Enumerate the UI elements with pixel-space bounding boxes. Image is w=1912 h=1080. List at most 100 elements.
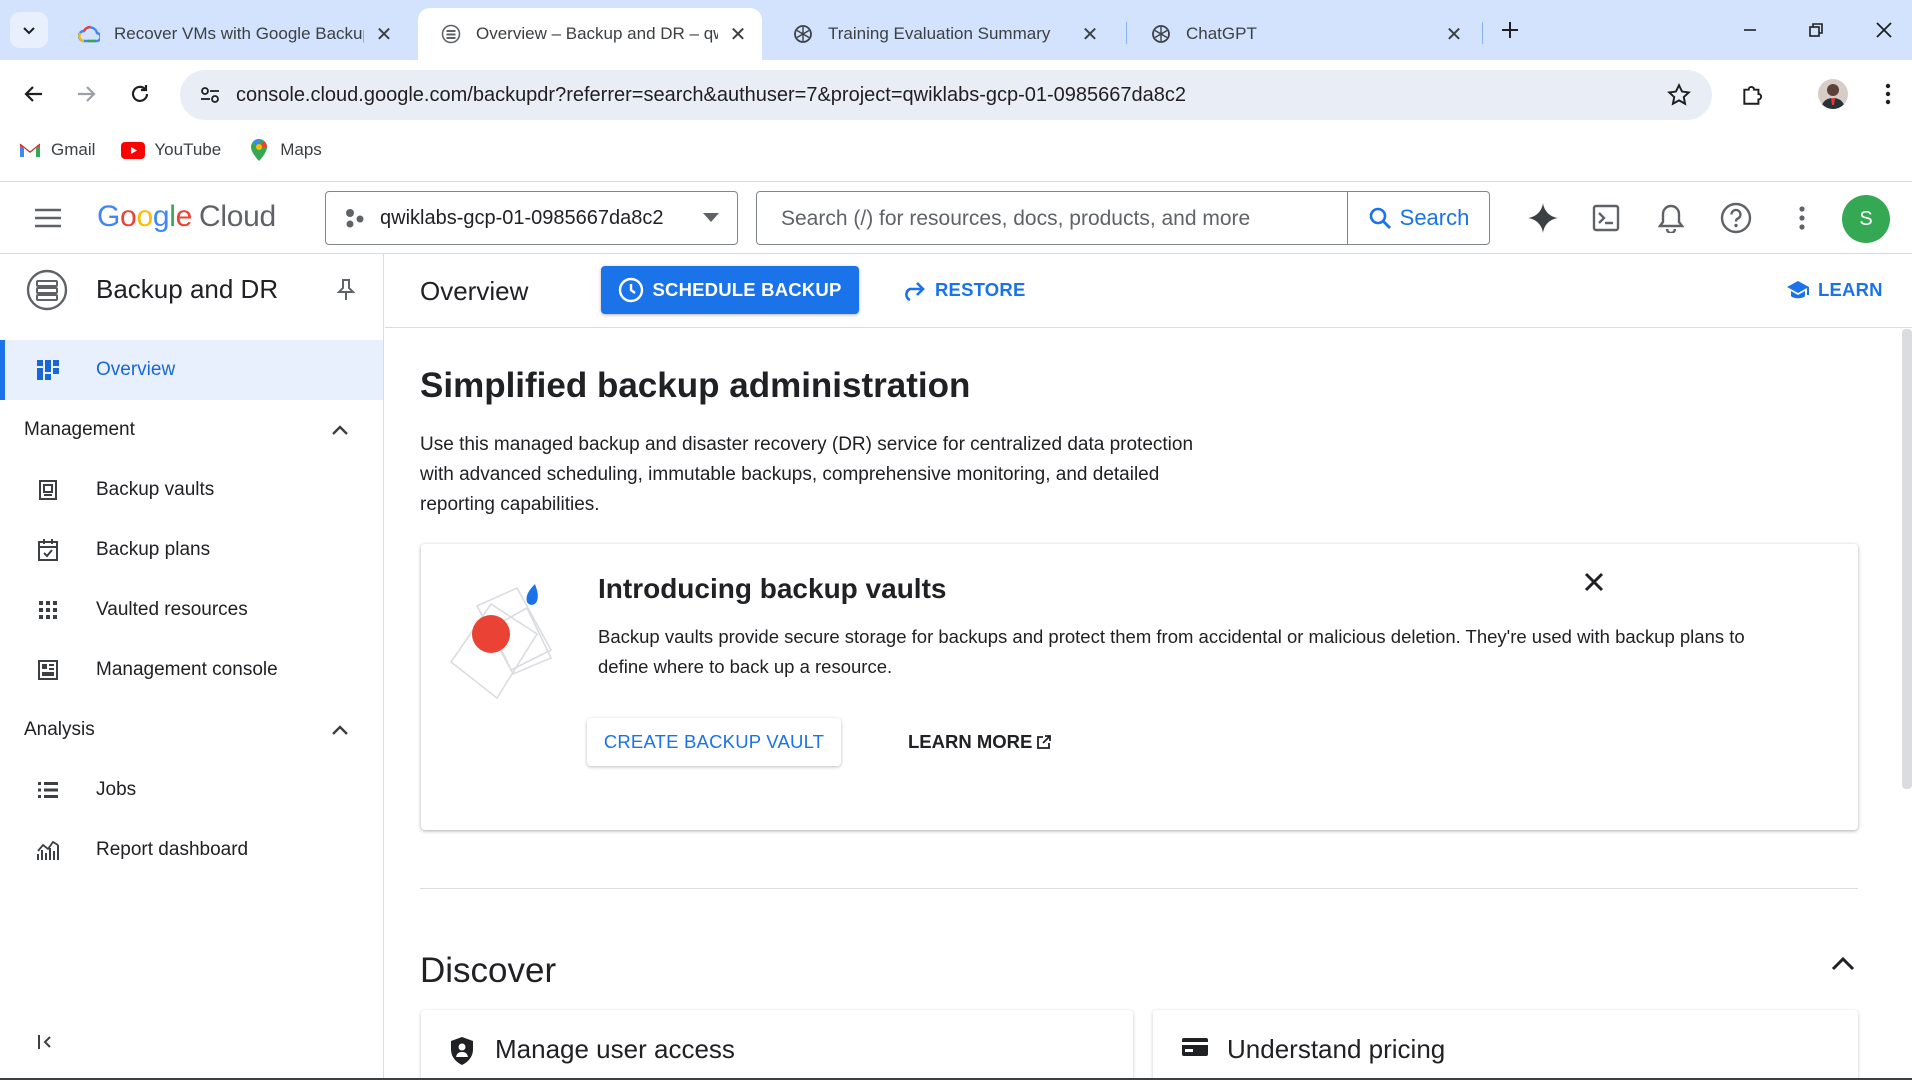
pin-icon[interactable] <box>336 278 356 302</box>
tab-search-button[interactable] <box>10 12 48 48</box>
restore-window-button[interactable] <box>1796 14 1836 46</box>
reload-button[interactable] <box>120 74 160 114</box>
bookmark-label: YouTube <box>154 140 222 159</box>
tab-title: Overview – Backup and DR – qwiklabs <box>476 24 718 43</box>
browser-tab-strip: Recover VMs with Google Backup ✕ Overvie… <box>0 0 1912 60</box>
page-heading: Simplified backup administration <box>420 366 971 405</box>
tab-title: Training Evaluation Summary <box>828 24 1051 43</box>
create-backup-vault-button[interactable]: CREATE BACKUP VAULT <box>587 718 841 766</box>
settings-menu-button[interactable] <box>1781 197 1823 239</box>
notifications-button[interactable] <box>1650 197 1692 239</box>
clock-icon <box>619 277 644 303</box>
dismiss-card-button[interactable] <box>1584 572 1604 592</box>
button-label: RESTORE <box>935 279 1026 300</box>
console-header: Google Cloud qwiklabs-gcp-01-0985667da8c2… <box>0 182 1912 254</box>
bookmark-maps[interactable]: Maps <box>247 139 322 161</box>
sidebar-item-vaulted-resources[interactable]: Vaulted resources <box>0 580 383 640</box>
sidebar-item-label: Management console <box>96 659 278 680</box>
sidebar-item-backup-plans[interactable]: Backup plans <box>0 520 383 580</box>
tab-chatgpt[interactable]: ChatGPT ✕ <box>1128 8 1478 60</box>
section-label: Analysis <box>24 719 95 740</box>
collapse-sidebar-button[interactable] <box>36 1034 56 1050</box>
sidebar-item-report-dashboard[interactable]: Report dashboard <box>0 820 383 880</box>
tab-training-evaluation[interactable]: Training Evaluation Summary ✕ <box>770 8 1114 60</box>
close-tab-icon[interactable]: ✕ <box>1442 22 1466 46</box>
scrollbar[interactable] <box>1902 329 1912 789</box>
bookmark-gmail[interactable]: Gmail <box>18 139 95 161</box>
card-label: Understand pricing <box>1227 1034 1446 1064</box>
main-menu-button[interactable] <box>30 200 66 236</box>
url-text[interactable]: console.cloud.google.com/backupdr?referr… <box>236 84 1186 107</box>
google-cloud-icon <box>78 23 100 45</box>
bookmark-label: Maps <box>280 140 322 159</box>
project-picker[interactable]: qwiklabs-gcp-01-0985667da8c2 <box>325 191 738 245</box>
grid-icon <box>34 596 62 624</box>
search-box[interactable]: Search (/) for resources, docs, products… <box>756 191 1490 245</box>
address-bar[interactable]: console.cloud.google.com/backupdr?referr… <box>180 70 1712 120</box>
restore-button[interactable]: RESTORE <box>901 266 1026 314</box>
close-tab-icon[interactable]: ✕ <box>726 22 750 46</box>
chevron-up-icon <box>331 424 349 436</box>
profile-button[interactable] <box>1813 74 1853 114</box>
sidebar-item-management-console[interactable]: Management console <box>0 640 383 700</box>
bookmark-youtube[interactable]: YouTube <box>121 139 221 161</box>
terminal-icon <box>1592 204 1620 232</box>
back-button[interactable] <box>14 74 54 114</box>
cloud-shell-button[interactable] <box>1585 197 1627 239</box>
bell-icon <box>1658 204 1684 233</box>
dashboard-icon <box>34 356 62 384</box>
tab-backup-dr-overview[interactable]: Overview – Backup and DR – qwiklabs ✕ <box>418 8 762 60</box>
backup-vaults-intro-card: Introducing backup vaults Backup vaults … <box>421 544 1858 830</box>
card-label: Manage user access <box>495 1034 735 1064</box>
tab-recover-vms[interactable]: Recover VMs with Google Backup ✕ <box>56 8 408 60</box>
schedule-backup-button[interactable]: SCHEDULE BACKUP <box>601 266 859 314</box>
google-cloud-logo[interactable]: Google Cloud <box>97 200 276 234</box>
section-management[interactable]: Management <box>0 402 383 458</box>
logo-cloud-text: Cloud <box>198 200 276 233</box>
close-window-button[interactable] <box>1864 14 1904 46</box>
sidebar-item-jobs[interactable]: Jobs <box>0 760 383 820</box>
understand-pricing-card[interactable]: Understand pricing <box>1153 1010 1858 1080</box>
reload-icon <box>131 85 149 102</box>
gemini-sparkle-icon <box>1528 203 1558 233</box>
puzzle-icon <box>1743 86 1763 105</box>
help-button[interactable] <box>1715 197 1757 239</box>
openai-icon <box>1150 23 1172 45</box>
more-vert-icon <box>1885 83 1891 105</box>
extensions-button[interactable] <box>1733 74 1773 114</box>
sidebar-item-label: Report dashboard <box>96 839 249 860</box>
sidebar-item-backup-vaults[interactable]: Backup vaults <box>0 460 383 520</box>
collapse-discover-button[interactable] <box>1831 956 1855 972</box>
manage-user-access-card[interactable]: Manage user access <box>421 1010 1133 1080</box>
page-title: Overview <box>420 276 529 306</box>
tab-separator <box>1126 22 1127 44</box>
close-tab-icon[interactable]: ✕ <box>1078 22 1102 46</box>
search-input[interactable]: Search (/) for resources, docs, products… <box>781 207 1250 231</box>
gemini-button[interactable] <box>1522 197 1564 239</box>
learn-more-link[interactable]: LEARN MORE <box>908 718 1052 766</box>
close-tab-icon[interactable]: ✕ <box>372 22 396 46</box>
tab-title: Recover VMs with Google Backup <box>114 24 364 43</box>
dropdown-arrow-icon <box>703 213 719 223</box>
hamburger-icon <box>35 208 61 228</box>
sidebar-item-overview[interactable]: Overview <box>0 340 383 400</box>
browser-menu-button[interactable] <box>1868 74 1908 114</box>
collapse-left-icon <box>38 1035 51 1049</box>
card-title: Introducing backup vaults <box>598 573 947 604</box>
help-icon <box>1720 202 1752 234</box>
backup-dr-icon <box>26 269 68 311</box>
openai-icon <box>792 23 814 45</box>
product-title: Backup and DR <box>96 274 279 304</box>
button-label: SCHEDULE BACKUP <box>652 279 842 300</box>
discover-heading: Discover <box>420 951 557 990</box>
forward-button[interactable] <box>66 74 106 114</box>
minimize-button[interactable] <box>1730 14 1770 46</box>
new-tab-button[interactable] <box>1494 14 1526 46</box>
bookmark-star-icon[interactable] <box>1666 82 1692 108</box>
learn-button[interactable]: LEARN <box>1786 266 1883 314</box>
section-analysis[interactable]: Analysis <box>0 702 383 758</box>
account-avatar[interactable]: S <box>1842 195 1890 243</box>
search-button[interactable]: Search <box>1347 192 1489 244</box>
site-info-icon[interactable] <box>195 80 225 110</box>
tab-title: ChatGPT <box>1186 24 1257 43</box>
